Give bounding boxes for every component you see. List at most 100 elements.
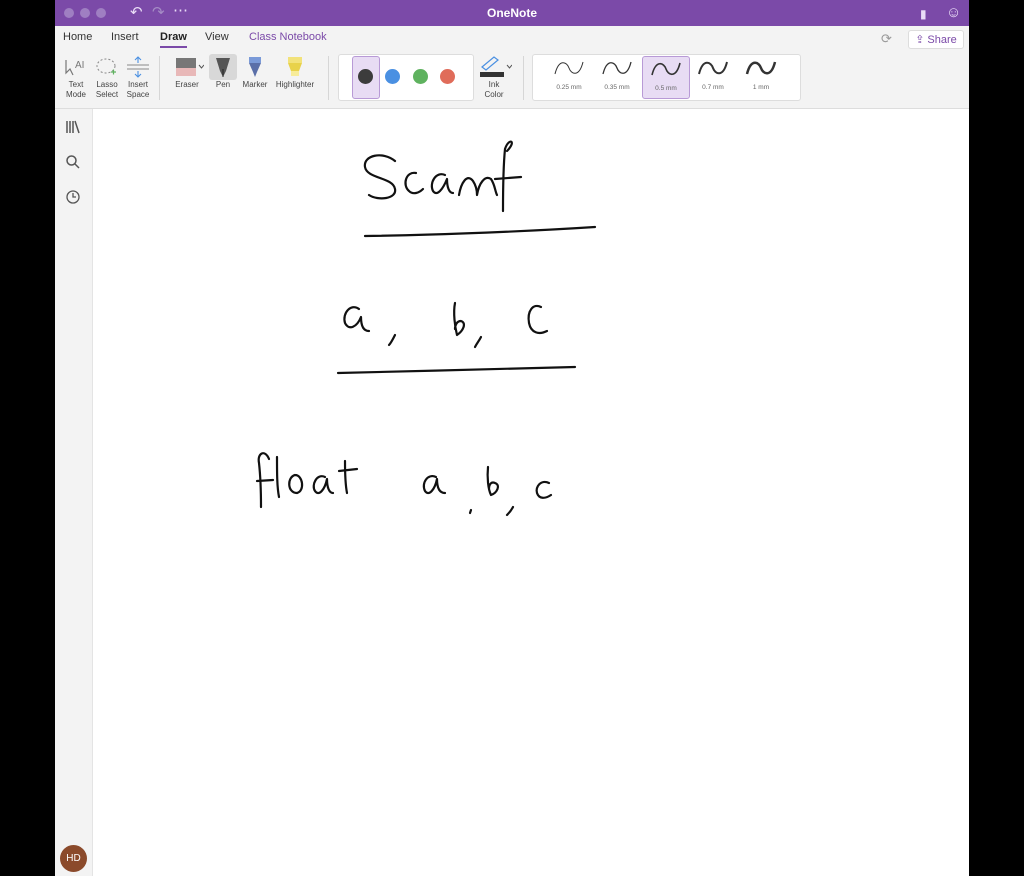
eraser-button[interactable]: Eraser	[167, 54, 207, 90]
tab-home[interactable]: Home	[63, 31, 92, 43]
ink-stroke	[363, 225, 597, 238]
ink-stroke	[363, 154, 397, 200]
ink-color-button[interactable]: Ink Color	[475, 54, 513, 100]
stroke-sample-icon	[651, 62, 681, 76]
width-label: 0.7 mm	[702, 84, 724, 91]
ink-color-label-2: Color	[484, 90, 504, 99]
color-swatch-black[interactable]	[358, 69, 373, 84]
ink-stroke	[493, 175, 523, 181]
stroke-sample-icon	[602, 61, 632, 75]
ink-stroke	[387, 333, 397, 347]
tab-class-notebook[interactable]: Class Notebook	[249, 31, 327, 43]
eraser-label: Eraser	[175, 80, 199, 89]
lasso-select-button[interactable]: Lasso Select	[93, 54, 121, 100]
ink-stroke	[468, 508, 473, 515]
ribbon-tabs: Home Insert Draw View Class Notebook ⟳ ⇪…	[55, 26, 969, 50]
sync-icon[interactable]: ⟳	[881, 31, 892, 47]
color-swatch-red[interactable]	[440, 69, 455, 84]
ink-stroke	[255, 478, 275, 483]
ink-stroke	[288, 473, 304, 495]
lasso-label-2: Select	[95, 90, 119, 99]
text-mode-label-1: Text	[68, 80, 84, 89]
width-label: 0.35 mm	[604, 84, 630, 91]
width-label: 1 mm	[752, 84, 770, 91]
width-label: 0.25 mm	[556, 84, 582, 91]
width-option-0-35[interactable]: 0.35 mm	[594, 56, 640, 97]
recent-clock-icon[interactable]	[65, 189, 81, 208]
ink-stroke	[453, 301, 466, 337]
width-option-0-25[interactable]: 0.25 mm	[546, 56, 592, 97]
page-canvas[interactable]	[93, 109, 969, 876]
avatar[interactable]: HD	[60, 845, 87, 872]
color-swatch-green[interactable]	[413, 69, 428, 84]
ink-stroke	[430, 173, 455, 195]
ribbon-divider	[159, 56, 160, 100]
ink-stroke	[343, 459, 349, 495]
draw-ribbon: AI Text Mode Lasso Select Insert Space E…	[55, 50, 969, 109]
ink-stroke	[501, 140, 513, 213]
marker-icon	[240, 54, 270, 80]
width-option-0-7[interactable]: 0.7 mm	[690, 56, 736, 97]
handwritten-ink	[255, 140, 597, 517]
insert-space-icon	[123, 54, 153, 80]
ink-stroke	[457, 176, 499, 197]
stroke-width-gallery: 0.25 mm 0.35 mm 0.5 mm 0.7 mm 1 mm	[532, 54, 801, 101]
search-icon[interactable]	[65, 154, 81, 173]
eraser-icon	[167, 54, 207, 80]
highlighter-label: Highlighter	[275, 80, 315, 89]
width-label: 0.5 mm	[655, 85, 677, 92]
ink-color-label-1: Ink	[488, 80, 500, 89]
ink-color-icon	[475, 54, 513, 80]
pen-label: Pen	[215, 80, 231, 89]
marker-button[interactable]: Marker	[240, 54, 270, 90]
insert-space-button[interactable]: Insert Space	[123, 54, 153, 100]
share-icon: ⇪	[915, 34, 925, 46]
stroke-sample-icon	[554, 61, 584, 75]
width-option-1[interactable]: 1 mm	[738, 56, 784, 97]
ink-stroke	[343, 306, 371, 333]
ribbon-divider	[523, 56, 524, 100]
color-palette	[338, 54, 474, 101]
ink-stroke	[473, 335, 483, 349]
highlighter-icon	[272, 54, 318, 80]
ribbon-divider	[328, 56, 329, 100]
text-mode-label-2: Mode	[65, 90, 86, 99]
ink-stroke	[275, 455, 281, 499]
ink-stroke	[505, 505, 515, 517]
ink-stroke	[486, 465, 500, 497]
ink-stroke	[336, 365, 577, 375]
insert-space-label-2: Space	[126, 90, 150, 99]
ink-stroke	[404, 171, 425, 195]
lasso-label-1: Lasso	[96, 80, 118, 89]
stroke-sample-icon	[745, 61, 777, 75]
lasso-icon	[93, 54, 121, 80]
share-button[interactable]: ⇪ Share	[908, 30, 964, 49]
tab-view[interactable]: View	[205, 31, 229, 43]
ink-stroke	[535, 480, 553, 499]
pen-button[interactable]: Pen	[209, 54, 237, 90]
notebooks-icon[interactable]	[65, 119, 81, 138]
lightbulb-icon[interactable]: ▮	[920, 5, 927, 23]
tab-insert[interactable]: Insert	[111, 31, 139, 43]
pen-icon	[209, 54, 237, 80]
app-title: OneNote	[486, 6, 537, 20]
ink-stroke	[312, 475, 335, 495]
ink-stroke	[337, 467, 359, 473]
ink-stroke	[527, 304, 549, 334]
title-bar: ↶ ↷ ⋯ OneNote ▮ ☺	[55, 0, 969, 26]
onenote-window: ↶ ↷ ⋯ OneNote ▮ ☺ Home Insert Draw View …	[55, 0, 969, 876]
ink-stroke	[422, 475, 447, 495]
feedback-smiley-icon[interactable]: ☺	[946, 4, 961, 22]
width-option-0-5[interactable]: 0.5 mm	[642, 56, 690, 99]
marker-label: Marker	[242, 80, 268, 89]
svg-text:AI: AI	[75, 60, 84, 71]
stroke-sample-icon	[698, 61, 728, 75]
text-mode-button[interactable]: AI Text Mode	[62, 54, 90, 100]
highlighter-button[interactable]: Highlighter	[272, 54, 318, 90]
tab-draw[interactable]: Draw	[160, 31, 187, 48]
share-label: Share	[927, 33, 957, 46]
insert-space-label-1: Insert	[127, 80, 148, 89]
text-mode-icon: AI	[62, 54, 90, 80]
navigation-sidebar: HD	[55, 109, 93, 876]
color-swatch-blue[interactable]	[385, 69, 400, 84]
